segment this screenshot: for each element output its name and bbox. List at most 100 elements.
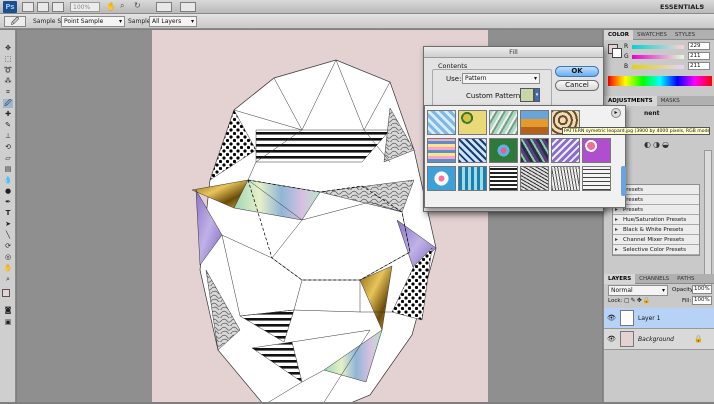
green-slider[interactable]: G 211 (624, 52, 712, 62)
clone-stamp-tool-icon[interactable]: ⊥ (3, 132, 13, 141)
tab-channels[interactable]: CHANNELS (635, 274, 673, 284)
layer-row[interactable]: 👁 Layer 1 (604, 308, 714, 329)
pattern-swatch[interactable] (520, 166, 549, 191)
layer-name[interactable]: Background (638, 336, 674, 343)
dialog-title: Fill (424, 47, 603, 58)
dodge-tool-icon[interactable]: ● (3, 187, 13, 196)
layer-row[interactable]: 👁 Background 🔒 (604, 329, 714, 350)
3d-rotate-tool-icon[interactable]: ⟳ (3, 242, 13, 251)
ok-button[interactable]: OK (555, 66, 599, 77)
color-ramp[interactable] (608, 76, 712, 86)
foreground-color-swatch[interactable] (2, 289, 10, 297)
red-value-field[interactable]: 229 (688, 42, 710, 50)
crop-tool-icon[interactable]: ⌗ (3, 88, 13, 97)
eyedropper-tool-icon[interactable]: 🖉 (3, 99, 13, 108)
cancel-button[interactable]: Cancel (555, 80, 599, 91)
workspace-menu-icon[interactable]: » (700, 2, 704, 10)
color-panel-tabs: COLOR SWATCHES STYLES (604, 30, 714, 40)
layer-name[interactable]: Layer 1 (638, 315, 660, 322)
preset-item-selective-color[interactable]: Selective Color Presets (613, 245, 699, 255)
pattern-picker-arrow-icon[interactable]: ▾ (534, 88, 540, 102)
custom-pattern-swatch[interactable] (520, 88, 534, 102)
use-select[interactable]: Pattern (462, 73, 540, 84)
pattern-swatch[interactable] (520, 138, 549, 163)
photoshop-logo: Ps (3, 1, 17, 13)
tab-styles[interactable]: STYLES (671, 30, 699, 40)
pattern-swatch[interactable] (551, 138, 580, 163)
quick-select-tool-icon[interactable]: ⁂ (3, 77, 13, 86)
pattern-swatch[interactable] (458, 138, 487, 163)
blue-slider[interactable]: B 211 (624, 62, 712, 72)
hand-tool-icon[interactable]: ✋ (106, 2, 116, 11)
tab-paths[interactable]: PATHS (673, 274, 698, 284)
pattern-swatch[interactable] (551, 166, 580, 191)
marquee-tool-icon[interactable]: ⬚ (3, 55, 13, 64)
eraser-tool-icon[interactable]: ▱ (3, 154, 13, 163)
tab-color[interactable]: COLOR (604, 30, 633, 40)
pattern-swatch[interactable] (458, 166, 487, 191)
fill-label: Fill: (682, 298, 692, 304)
screen-mode-icon[interactable] (180, 2, 196, 12)
tab-layers[interactable]: LAYERS (604, 274, 636, 284)
pattern-swatch[interactable] (582, 138, 611, 163)
gradient-tool-icon[interactable]: ▤ (3, 165, 13, 174)
mini-bridge-icon[interactable] (37, 2, 49, 12)
eyedropper-preset-icon[interactable]: 🖉 (4, 16, 26, 27)
application-bar: Ps 100% ✋ ⌕ ↻ ESSENTIALS » (0, 0, 714, 14)
fill-field[interactable]: 100% (692, 296, 712, 305)
3d-orbit-tool-icon[interactable]: ◎ (3, 253, 13, 262)
workspace-switcher[interactable]: ESSENTIALS (660, 3, 704, 11)
zoom-tool-icon-left[interactable]: ⌕ (3, 275, 13, 284)
preset-item-hue-saturation[interactable]: Hue/Saturation Presets (613, 215, 699, 225)
tab-swatches[interactable]: SWATCHES (633, 30, 671, 40)
lasso-tool-icon[interactable]: ➰ (3, 66, 13, 75)
pattern-swatch[interactable] (427, 110, 456, 135)
path-selection-tool-icon[interactable]: ➤ (3, 220, 13, 229)
tab-masks[interactable]: MASKS (657, 96, 684, 106)
background-color-chip[interactable] (612, 48, 622, 58)
adjustments-scrollbar[interactable] (704, 150, 712, 290)
pattern-swatch[interactable] (458, 110, 487, 135)
adjustment-icons-row[interactable]: ◐◑◒ (644, 140, 712, 154)
layers-panel-tabs: LAYERS CHANNELS PATHS (604, 274, 714, 284)
shape-tool-icon[interactable]: ╲ (3, 231, 13, 240)
history-brush-tool-icon[interactable]: ⟲ (3, 143, 13, 152)
preset-item-black-white[interactable]: Black & White Presets (613, 225, 699, 235)
picker-menu-icon[interactable]: ▸ (611, 108, 621, 118)
lock-icons[interactable]: ▢✎✥🔒 (624, 297, 651, 304)
right-panel-dock: COLOR SWATCHES STYLES R 229 G 211 B 211 AD… (603, 30, 714, 402)
pattern-swatch[interactable] (582, 166, 611, 191)
brush-tool-icon[interactable]: ✎ (3, 121, 13, 130)
red-slider[interactable]: R 229 (624, 42, 712, 52)
blur-tool-icon[interactable]: 💧 (3, 176, 13, 185)
hand-tool-icon-left[interactable]: ✋ (3, 264, 13, 273)
zoom-level-select[interactable]: 100% (70, 2, 100, 12)
sample-size-select[interactable]: Point Sample (61, 16, 125, 27)
rotate-view-icon[interactable]: ↻ (134, 1, 141, 10)
type-tool-icon[interactable]: T (3, 209, 13, 218)
view-extras-icon[interactable] (52, 2, 64, 12)
screen-mode-toggle-icon[interactable]: ▣ (3, 318, 13, 327)
picker-scrollbar[interactable] (621, 166, 626, 196)
blend-mode-select[interactable]: Normal (608, 285, 668, 296)
sample-select[interactable]: All Layers (149, 16, 197, 27)
pattern-swatch[interactable] (489, 110, 518, 135)
healing-brush-tool-icon[interactable]: ✚ (3, 110, 13, 119)
visibility-eye-icon[interactable]: 👁 (607, 335, 616, 343)
pattern-swatch[interactable] (427, 166, 456, 191)
quick-mask-icon[interactable]: ◙ (3, 306, 13, 315)
preset-item-channel-mixer[interactable]: Channel Mixer Presets (613, 235, 699, 245)
blue-value-field[interactable]: 211 (688, 62, 710, 70)
green-value-field[interactable]: 211 (688, 52, 710, 60)
pattern-swatch[interactable] (520, 110, 549, 135)
move-tool-icon[interactable]: ✥ (3, 44, 13, 53)
opacity-field[interactable]: 100% (692, 285, 712, 294)
visibility-eye-icon[interactable]: 👁 (607, 314, 616, 322)
pen-tool-icon[interactable]: ✒ (3, 198, 13, 207)
pattern-swatch[interactable] (489, 166, 518, 191)
zoom-tool-icon[interactable]: ⌕ (120, 1, 124, 11)
bridge-icon[interactable] (22, 2, 34, 12)
arrange-documents-icon[interactable] (156, 2, 172, 12)
pattern-swatch[interactable] (489, 138, 518, 163)
pattern-swatch[interactable] (427, 138, 456, 163)
